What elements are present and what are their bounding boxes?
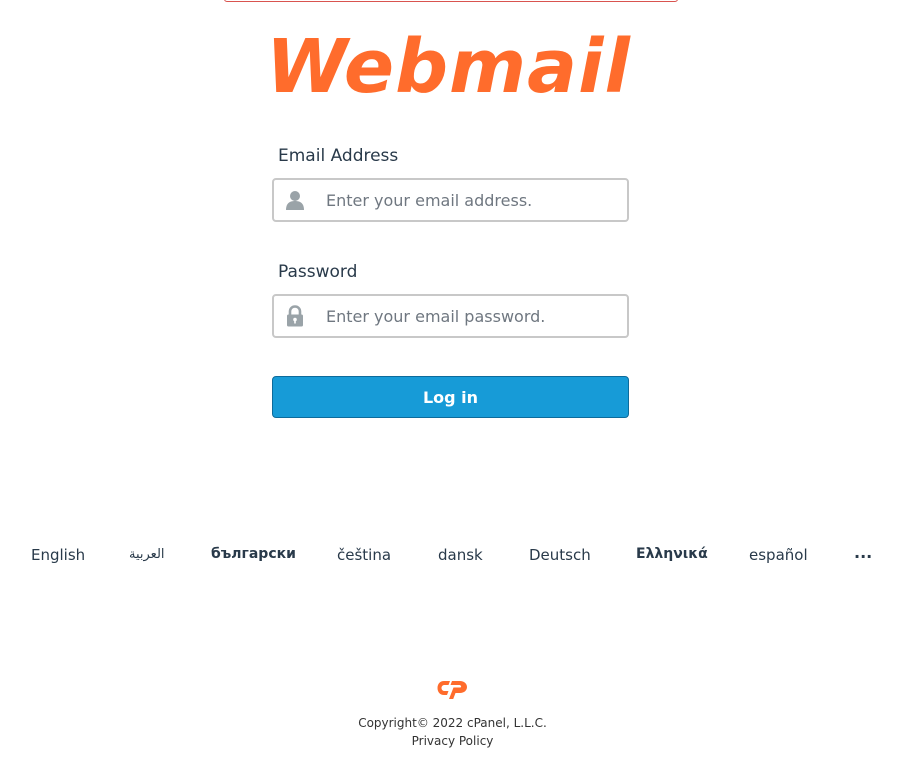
email-input[interactable] (318, 180, 626, 220)
language-bulgarian[interactable]: български (211, 546, 296, 562)
language-czech[interactable]: čeština (337, 546, 391, 564)
language-spanish[interactable]: español (749, 546, 808, 564)
password-field-wrapper[interactable] (272, 294, 629, 338)
login-button[interactable]: Log in (272, 376, 629, 418)
copyright-text: Copyright© 2022 cPanel, L.L.C. (358, 716, 547, 730)
email-field-wrapper[interactable] (272, 178, 629, 222)
error-banner-edge (224, 0, 678, 2)
password-label: Password (278, 262, 358, 282)
footer: Copyright© 2022 cPanel, L.L.C. Privacy P… (0, 676, 905, 749)
language-danish[interactable]: dansk (438, 546, 483, 564)
lock-icon (284, 305, 306, 327)
language-selector: English العربية български čeština dansk … (0, 540, 905, 570)
webmail-logo-text: Webmail (266, 30, 631, 98)
email-label: Email Address (278, 146, 399, 166)
more-languages-button[interactable]: ... (854, 543, 872, 562)
language-english[interactable]: English (31, 546, 85, 564)
language-arabic[interactable]: العربية (129, 547, 165, 562)
language-german[interactable]: Deutsch (529, 546, 591, 564)
language-greek[interactable]: Ελληνικά (636, 546, 708, 562)
cpanel-logo-icon (0, 676, 905, 702)
user-icon (284, 189, 306, 211)
privacy-policy-link[interactable]: Privacy Policy (412, 734, 494, 748)
webmail-logo: Webmail (262, 30, 646, 98)
password-input[interactable] (318, 296, 626, 336)
